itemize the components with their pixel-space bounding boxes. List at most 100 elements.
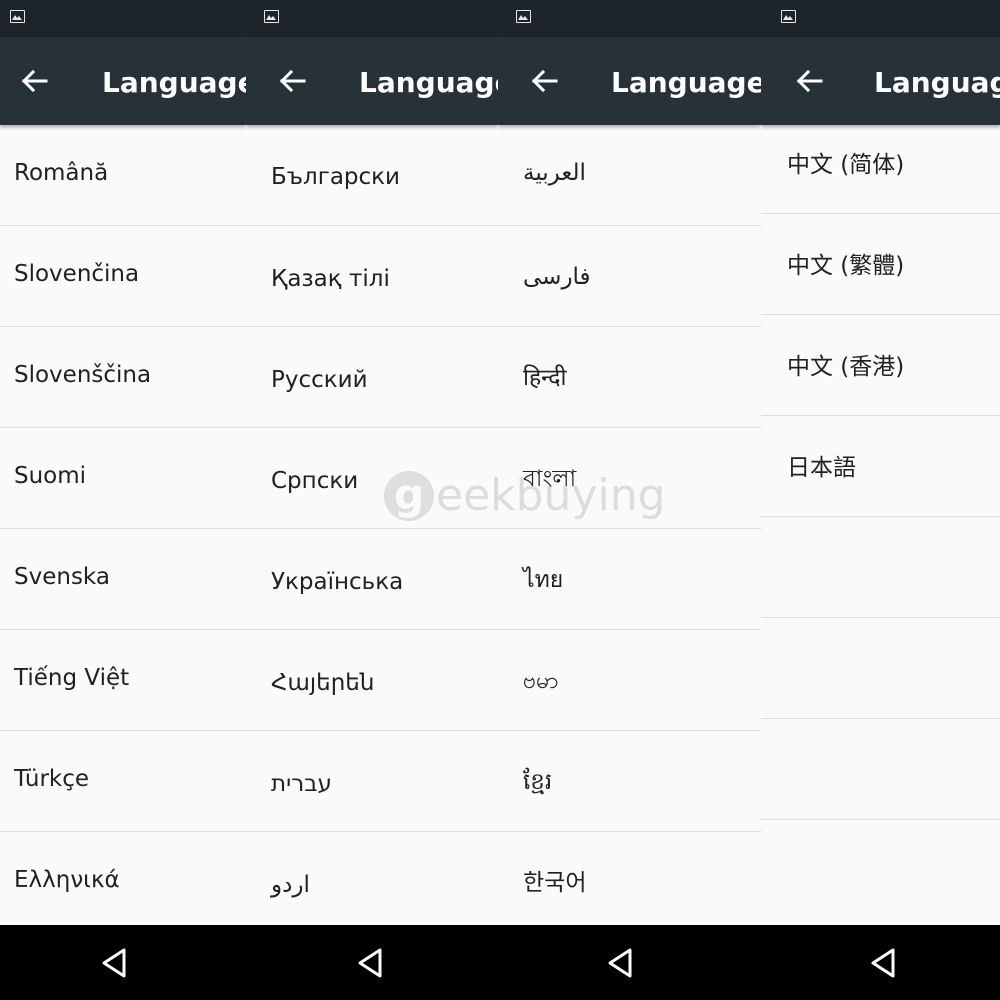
language-item[interactable]: ဗမာ: [498, 630, 761, 731]
language-label: Українська: [271, 569, 404, 595]
language-item[interactable]: 中文 (香港): [761, 315, 1000, 416]
navigation-bar: [0, 925, 246, 1000]
toolbar: Language: [0, 37, 246, 125]
language-item[interactable]: Svenska: [0, 529, 246, 630]
language-label: Slovenščina: [14, 362, 152, 388]
language-item[interactable]: 中文 (简体): [761, 113, 1000, 214]
language-item[interactable]: 日本語: [761, 416, 1000, 517]
screen-3: Language العربية فارسی हिन्दी বাংলা ไทย …: [498, 0, 761, 1000]
page-title: Language: [874, 66, 1000, 99]
nav-back-triangle-icon[interactable]: [869, 945, 909, 981]
language-list: Română Slovenčina Slovenščina Suomi Sven…: [0, 125, 246, 925]
language-label: 한국어: [523, 870, 587, 896]
language-label: Српски: [271, 468, 359, 494]
language-item: [761, 618, 1000, 719]
language-item[interactable]: 中文 (繁體): [761, 214, 1000, 315]
language-label: 中文 (香港): [787, 354, 905, 380]
language-item[interactable]: اردو: [246, 832, 498, 933]
language-item[interactable]: Հայերեն: [246, 630, 498, 731]
back-button[interactable]: [14, 61, 54, 101]
nav-back-triangle-icon[interactable]: [100, 945, 140, 981]
language-item[interactable]: 한국어: [498, 832, 761, 933]
language-label: עברית: [271, 771, 332, 797]
language-item[interactable]: हिन्दी: [498, 327, 761, 428]
page-title: Language: [359, 66, 498, 99]
language-label: ဗမာ: [523, 668, 559, 694]
language-item[interactable]: বাংলা: [498, 428, 761, 529]
image-icon: [264, 10, 279, 23]
language-item[interactable]: ไทย: [498, 529, 761, 630]
language-label: 中文 (简体): [787, 152, 905, 178]
language-label: Tiếng Việt: [14, 665, 130, 691]
language-item[interactable]: עברית: [246, 731, 498, 832]
image-icon: [10, 10, 25, 23]
language-label: हिन्दी: [523, 365, 567, 391]
status-bar: [498, 0, 761, 37]
status-bar: [761, 0, 1000, 37]
language-label: Ελληνικά: [14, 867, 120, 893]
language-item[interactable]: Български: [246, 125, 498, 226]
language-label: 中文 (繁體): [787, 253, 905, 279]
toolbar: Language: [498, 37, 761, 125]
language-item: [761, 820, 1000, 921]
page-title: Language: [102, 66, 246, 99]
language-label: Български: [271, 164, 400, 190]
arrow-back-icon: [531, 69, 558, 93]
arrow-back-icon: [796, 69, 823, 93]
language-item[interactable]: Română: [0, 125, 246, 226]
nav-back-triangle-icon[interactable]: [356, 945, 396, 981]
language-item: [761, 719, 1000, 820]
language-label: Հայերեն: [271, 670, 375, 696]
language-item[interactable]: Slovenčina: [0, 226, 246, 327]
language-label: Slovenčina: [14, 261, 140, 287]
language-label: Română: [14, 160, 109, 186]
arrow-back-icon: [279, 69, 306, 93]
navigation-bar: [761, 925, 1000, 1000]
back-button[interactable]: [524, 61, 564, 101]
language-label: Svenska: [14, 564, 110, 590]
nav-back-triangle-icon[interactable]: [606, 945, 646, 981]
language-item[interactable]: Українська: [246, 529, 498, 630]
language-item[interactable]: فارسی: [498, 226, 761, 327]
language-label: العربية: [523, 160, 586, 186]
language-label: Қазақ тілі: [271, 266, 390, 292]
arrow-back-icon: [21, 69, 48, 93]
back-button[interactable]: [272, 61, 312, 101]
status-bar: [0, 0, 246, 37]
language-item[interactable]: Ελληνικά: [0, 832, 246, 933]
language-list: 中文 (简体) 中文 (繁體) 中文 (香港) 日本語: [761, 113, 1000, 925]
language-label: ខ្មែរ: [523, 769, 553, 795]
language-item[interactable]: Српски: [246, 428, 498, 529]
navigation-bar: [498, 925, 761, 1000]
language-item[interactable]: Slovenščina: [0, 327, 246, 428]
language-label: اردو: [271, 872, 310, 898]
status-bar: [246, 0, 498, 37]
toolbar: Language: [761, 37, 1000, 125]
language-item[interactable]: Türkçe: [0, 731, 246, 832]
language-item[interactable]: ខ្មែរ: [498, 731, 761, 832]
language-item[interactable]: Suomi: [0, 428, 246, 529]
screen-4: Language 中文 (简体) 中文 (繁體) 中文 (香港) 日本語: [761, 0, 1000, 1000]
language-label: فارسی: [523, 264, 591, 290]
language-item: [761, 517, 1000, 618]
screen-2: Language Български Қазақ тілі Русский Ср…: [246, 0, 498, 1000]
page-title: Language: [611, 66, 761, 99]
language-list: Български Қазақ тілі Русский Српски Укра…: [246, 125, 498, 925]
language-label: Русский: [271, 367, 368, 393]
language-item[interactable]: العربية: [498, 125, 761, 226]
screen-1: Language Română Slovenčina Slovenščina S…: [0, 0, 246, 1000]
language-label: Türkçe: [14, 766, 90, 792]
image-icon: [781, 10, 796, 23]
language-label: 日本語: [787, 455, 856, 481]
language-item[interactable]: Tiếng Việt: [0, 630, 246, 731]
language-label: Suomi: [14, 463, 87, 489]
language-list: العربية فارسی हिन्दी বাংলা ไทย ဗမာ ខ្មែរ…: [498, 125, 761, 925]
language-label: বাংলা: [523, 466, 577, 492]
language-item[interactable]: Русский: [246, 327, 498, 428]
language-label: ไทย: [523, 567, 564, 593]
back-button[interactable]: [789, 61, 829, 101]
toolbar: Language: [246, 37, 498, 125]
image-icon: [516, 10, 531, 23]
language-item[interactable]: Қазақ тілі: [246, 226, 498, 327]
navigation-bar: [246, 925, 498, 1000]
